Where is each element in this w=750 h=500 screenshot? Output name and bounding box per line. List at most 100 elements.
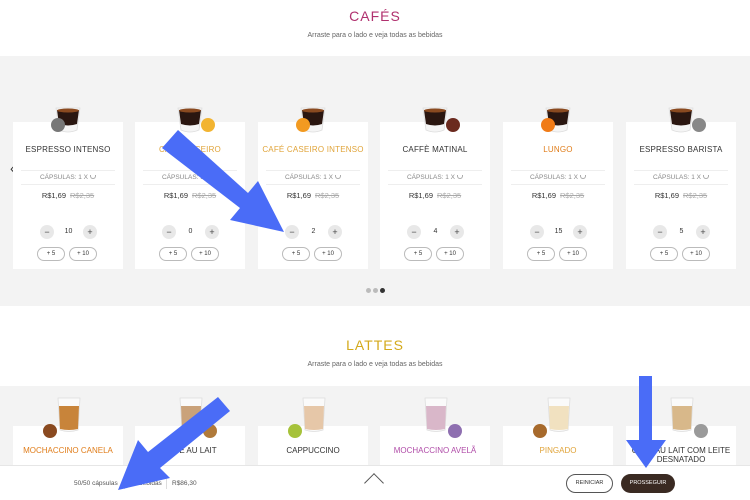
- add-10-button[interactable]: + 10: [314, 247, 342, 261]
- quantity-stepper[interactable]: −0 +: [162, 225, 219, 239]
- latte-glass-icon: [424, 397, 448, 432]
- divider: [143, 170, 237, 171]
- add-5-button[interactable]: + 5: [282, 247, 310, 261]
- add-5-button[interactable]: + 5: [37, 247, 65, 261]
- product-name: CAFÉ CASEIRO INTENSO: [262, 145, 364, 154]
- product-card[interactable]: CAPPUCCINO: [258, 397, 368, 466]
- proceed-button[interactable]: PROSSEGUIR: [621, 474, 675, 493]
- quantity-value[interactable]: 10: [54, 225, 83, 239]
- chevron-up-icon[interactable]: [364, 473, 384, 493]
- product-name: PINGADO: [539, 446, 577, 455]
- add-10-button[interactable]: + 10: [436, 247, 464, 261]
- divider: [266, 170, 360, 171]
- product-name: CAPPUCCINO: [286, 446, 340, 455]
- quantity-stepper[interactable]: −2 +: [285, 225, 342, 239]
- plus-button[interactable]: +: [328, 225, 342, 239]
- current-price: R$1,69: [163, 191, 188, 200]
- product-card[interactable]: LUNGO CÁPSULAS: 1 X R$1,69 R$2,35 −15 + + 5 + 1…: [503, 107, 613, 269]
- price: R$1,69 R$2,35: [626, 191, 736, 200]
- capsule-info: CÁPSULAS: 1 X: [380, 174, 490, 181]
- quantity-value[interactable]: 5: [667, 225, 696, 239]
- lattes-subtitle: Arraste para o lado e veja todas as bebi…: [307, 361, 443, 368]
- cafes-header: CAFÉS Arraste para o lado e veja todas a…: [0, 8, 750, 39]
- product-card[interactable]: ESPRESSO BARISTA CÁPSULAS: 1 X R$1,69 R$2,3…: [626, 107, 736, 269]
- pager-dot-active[interactable]: [380, 288, 385, 293]
- cafes-carousel[interactable]: ‹ › ESPRESSO INTENSOCÁPSULAS: 1 XR$1,69R…: [0, 56, 750, 306]
- minus-button[interactable]: −: [407, 225, 421, 239]
- old-price: R$2,35: [192, 191, 217, 200]
- minus-button[interactable]: −: [530, 225, 544, 239]
- minus-button[interactable]: −: [162, 225, 176, 239]
- divider: [634, 170, 728, 171]
- product-card[interactable]: PINGADO: [503, 397, 613, 466]
- capsule-count: 50/50 cápsulas: [74, 480, 118, 487]
- capsule-icon: [296, 118, 310, 132]
- plus-button[interactable]: +: [205, 225, 219, 239]
- order-total: R$86,30: [172, 480, 197, 487]
- product-name: CAFFÈ MATINAL: [402, 145, 468, 154]
- capsule-icon: [694, 424, 708, 438]
- latte-glass-icon: [302, 397, 326, 432]
- quantity-stepper[interactable]: −5 +: [653, 225, 710, 239]
- capsule-info: CÁPSULAS: 1 X: [258, 174, 368, 181]
- minus-button[interactable]: −: [285, 225, 299, 239]
- capsule-icon: [446, 118, 460, 132]
- capsule-icon: [533, 424, 547, 438]
- product-card[interactable]: CAFÉ AU LAIT COM LEITE DESNATADO: [626, 397, 736, 466]
- add-10-button[interactable]: + 10: [191, 247, 219, 261]
- old-price: R$2,35: [560, 191, 585, 200]
- plus-button[interactable]: +: [83, 225, 97, 239]
- divider: [166, 478, 167, 489]
- product-name: LUNGO: [543, 145, 573, 154]
- cafes-title: CAFÉS: [349, 8, 401, 24]
- old-price: R$2,35: [437, 191, 462, 200]
- pager-dot[interactable]: [366, 288, 371, 293]
- divider: [21, 170, 115, 171]
- plus-button[interactable]: +: [696, 225, 710, 239]
- price: R$1,69 R$2,35: [380, 191, 490, 200]
- drink-count: 50 bebidas: [130, 480, 162, 487]
- quantity-stepper[interactable]: −10 +: [40, 225, 97, 239]
- cup-icon: [335, 175, 342, 179]
- carousel-pager[interactable]: [366, 280, 387, 298]
- product-card[interactable]: CAFÉ AU LAIT: [135, 397, 245, 466]
- quantity-stepper[interactable]: −15 +: [530, 225, 587, 239]
- current-price: R$1,69: [41, 191, 66, 200]
- minus-button[interactable]: −: [653, 225, 667, 239]
- old-price: R$2,35: [683, 191, 708, 200]
- lattes-title: LATTES: [346, 337, 404, 353]
- product-card[interactable]: CAFÉ CASEIRO INTENSO CÁPSULAS: 1 X R$1,69 R…: [258, 107, 368, 269]
- add-5-button[interactable]: + 5: [650, 247, 678, 261]
- reset-button[interactable]: REINICIAR: [566, 474, 613, 493]
- divider: [634, 184, 728, 185]
- quantity-value[interactable]: 0: [176, 225, 205, 239]
- product-name: CAFÉ CASEIRO: [159, 145, 221, 154]
- quantity-value[interactable]: 4: [421, 225, 450, 239]
- plus-button[interactable]: +: [573, 225, 587, 239]
- capsule-info-text: CÁPSULAS: 1 X: [39, 174, 89, 181]
- plus-button[interactable]: +: [450, 225, 464, 239]
- minus-button[interactable]: −: [40, 225, 54, 239]
- product-name: MOCHACCINO CANELA: [23, 446, 113, 455]
- product-card[interactable]: MOCHACCINO AVELÃ: [380, 397, 490, 466]
- quantity-value[interactable]: 15: [544, 225, 573, 239]
- add-10-button[interactable]: + 10: [682, 247, 710, 261]
- cup-icon: [90, 175, 97, 179]
- divider: [266, 184, 360, 185]
- product-name: ESPRESSO BARISTA: [639, 145, 723, 154]
- add-10-button[interactable]: + 10: [69, 247, 97, 261]
- product-card[interactable]: CAFÉ CASEIRO CÁPSULAS: 1 X R$1,69 R$2,35−0 +…: [135, 107, 245, 269]
- latte-glass-icon: [670, 397, 694, 432]
- quantity-stepper[interactable]: −4 +: [407, 225, 464, 239]
- product-card[interactable]: CAFFÈ MATINAL CÁPSULAS: 1 X R$1,69 R$2,35 −4…: [380, 107, 490, 269]
- pager-dot[interactable]: [373, 288, 378, 293]
- add-5-button[interactable]: + 5: [404, 247, 432, 261]
- add-10-button[interactable]: + 10: [559, 247, 587, 261]
- lattes-header: LATTES Arraste para o lado e veja todas …: [0, 337, 750, 368]
- product-card[interactable]: ESPRESSO INTENSO CÁPSULAS: 1 X R$1,69 R$2,3…: [13, 107, 123, 269]
- product-card[interactable]: MOCHACCINO CANELA: [13, 397, 123, 466]
- quantity-value[interactable]: 2: [299, 225, 328, 239]
- capsule-info-text: CÁPSULAS: 1 X: [652, 174, 702, 181]
- add-5-button[interactable]: + 5: [159, 247, 187, 261]
- add-5-button[interactable]: + 5: [527, 247, 555, 261]
